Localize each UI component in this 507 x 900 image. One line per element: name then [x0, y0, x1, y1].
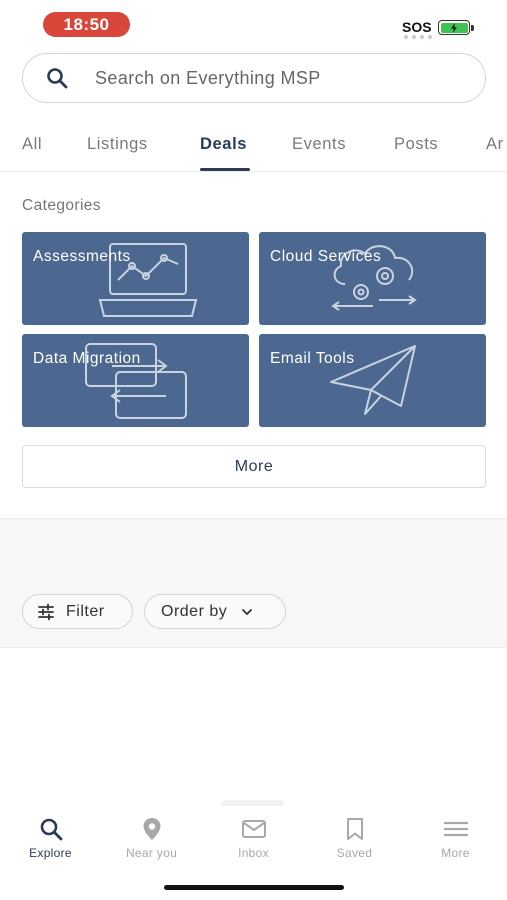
- filter-button[interactable]: Filter: [22, 594, 133, 629]
- nav-label: Explore: [29, 846, 72, 860]
- categories-heading: Categories: [22, 197, 101, 214]
- tab-listings[interactable]: Listings: [87, 135, 148, 154]
- tab-events[interactable]: Events: [292, 135, 346, 154]
- search-icon: [40, 818, 62, 841]
- status-time: 18:50: [43, 12, 130, 37]
- category-label: Email Tools: [270, 350, 355, 367]
- nav-label: Inbox: [238, 846, 269, 860]
- content-tabs: All Listings Deals Events Posts Ar: [0, 120, 507, 172]
- nav-saved[interactable]: Saved: [304, 806, 405, 860]
- sliders-icon: [38, 603, 54, 620]
- nav-near-you[interactable]: Near you: [101, 806, 202, 860]
- chevron-down-icon: [242, 608, 253, 615]
- category-label: Data Migration: [33, 350, 141, 367]
- category-email-tools[interactable]: Email Tools: [259, 334, 486, 427]
- category-data-migration[interactable]: Data Migration: [22, 334, 249, 427]
- status-bar: 18:50 SOS: [0, 0, 507, 48]
- category-cloud-services[interactable]: Cloud Services: [259, 232, 486, 325]
- tab-posts[interactable]: Posts: [394, 135, 438, 154]
- sos-indicator: SOS: [402, 19, 432, 35]
- location-pin-icon: [143, 818, 160, 840]
- category-label: Cloud Services: [270, 248, 382, 265]
- home-indicator: [164, 885, 344, 890]
- search-icon: [47, 68, 68, 89]
- category-assessments[interactable]: Assessments: [22, 232, 249, 325]
- nav-label: Saved: [336, 846, 373, 860]
- signal-dots-icon: [404, 35, 432, 39]
- filter-label: Filter: [66, 602, 105, 620]
- mail-icon: [241, 820, 266, 838]
- battery-icon: [438, 20, 470, 35]
- bottom-nav: Explore Near you Inbox Saved More: [0, 806, 507, 866]
- more-categories-button[interactable]: More: [22, 445, 486, 488]
- order-by-label: Order by: [161, 602, 228, 620]
- menu-icon: [443, 821, 468, 837]
- nav-more[interactable]: More: [405, 806, 506, 860]
- nav-label: More: [441, 846, 470, 860]
- battery-tip: [471, 25, 474, 31]
- category-label: Assessments: [33, 248, 131, 265]
- search-input[interactable]: Search on Everything MSP: [95, 68, 321, 89]
- tab-articles[interactable]: Ar: [486, 135, 504, 154]
- nav-explore[interactable]: Explore: [0, 806, 101, 860]
- bookmark-icon: [346, 818, 363, 840]
- active-tab-indicator: [200, 168, 250, 171]
- tab-deals[interactable]: Deals: [200, 135, 247, 154]
- order-by-dropdown[interactable]: Order by: [144, 594, 286, 629]
- tab-all[interactable]: All: [22, 135, 42, 154]
- section-divider: [0, 647, 507, 648]
- nav-label: Near you: [125, 846, 178, 860]
- nav-inbox[interactable]: Inbox: [203, 806, 304, 860]
- search-bar[interactable]: Search on Everything MSP: [22, 53, 486, 103]
